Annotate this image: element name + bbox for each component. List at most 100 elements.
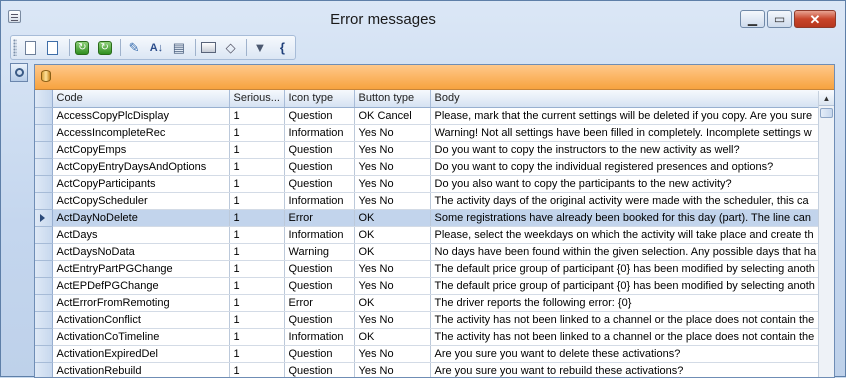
- cell-serious[interactable]: 1: [229, 226, 285, 244]
- cell-code[interactable]: ActivationConflict: [52, 311, 230, 329]
- cell-body[interactable]: Do you want to copy the instructors to t…: [430, 141, 834, 159]
- cell-code[interactable]: ActCopyScheduler: [52, 192, 230, 210]
- column-header-serious[interactable]: Serious...: [229, 90, 285, 108]
- cell-button-type[interactable]: OK: [354, 294, 431, 312]
- cell-body[interactable]: Some registrations have already been boo…: [430, 209, 834, 227]
- cell-code[interactable]: ActErrorFromRemoting: [52, 294, 230, 312]
- cell-icon-type[interactable]: Information: [284, 192, 355, 210]
- cell-button-type[interactable]: OK: [354, 209, 431, 227]
- column-header-code[interactable]: Code: [52, 90, 230, 108]
- table-row[interactable]: ActEntryPartPGChange 1 Question Yes No The d…: [35, 260, 834, 278]
- cell-body[interactable]: The driver reports the following error: …: [430, 294, 834, 312]
- group-panel[interactable]: [35, 65, 834, 90]
- cell-icon-type[interactable]: Error: [284, 209, 355, 227]
- refresh-button[interactable]: ↻: [73, 38, 92, 58]
- row-header[interactable]: [35, 345, 53, 363]
- cell-code[interactable]: ActCopyEmps: [52, 141, 230, 159]
- cell-serious[interactable]: 1: [229, 328, 285, 346]
- scrollbar-thumb[interactable]: [820, 108, 833, 118]
- cell-code[interactable]: ActDayNoDelete: [52, 209, 230, 227]
- cell-icon-type[interactable]: Question: [284, 158, 355, 176]
- cell-body[interactable]: Are you sure you want to rebuild these a…: [430, 362, 834, 377]
- cell-code[interactable]: ActDaysNoData: [52, 243, 230, 261]
- cell-code[interactable]: ActivationExpiredDel: [52, 345, 230, 363]
- cell-serious[interactable]: 1: [229, 107, 285, 125]
- cell-icon-type[interactable]: Question: [284, 175, 355, 193]
- cell-body[interactable]: Warning! Not all settings have been fill…: [430, 124, 834, 142]
- cell-icon-type[interactable]: Question: [284, 107, 355, 125]
- cell-button-type[interactable]: Yes No: [354, 175, 431, 193]
- cell-button-type[interactable]: OK: [354, 328, 431, 346]
- row-header[interactable]: [35, 294, 53, 312]
- cell-serious[interactable]: 1: [229, 243, 285, 261]
- cell-icon-type[interactable]: Question: [284, 345, 355, 363]
- cell-button-type[interactable]: OK: [354, 226, 431, 244]
- table-row[interactable]: AccessCopyPlcDisplay 1 Question OK Cancel Pl…: [35, 107, 834, 125]
- table-row[interactable]: ActivationConflict 1 Question Yes No The act…: [35, 311, 834, 329]
- cell-icon-type[interactable]: Information: [284, 328, 355, 346]
- maximize-button[interactable]: ▭: [767, 10, 792, 28]
- search-panel-button[interactable]: [10, 63, 28, 82]
- cell-body[interactable]: Do you also want to copy the participant…: [430, 175, 834, 193]
- row-header[interactable]: [35, 124, 53, 142]
- cell-button-type[interactable]: Yes No: [354, 345, 431, 363]
- cell-serious[interactable]: 1: [229, 209, 285, 227]
- row-header[interactable]: [35, 328, 53, 346]
- table-row[interactable]: ActDaysNoData 1 Warning OK No days have been…: [35, 243, 834, 261]
- vertical-scrollbar[interactable]: ▲: [818, 91, 834, 377]
- filter-button[interactable]: ▼: [250, 38, 269, 58]
- row-header[interactable]: [35, 209, 53, 227]
- cell-icon-type[interactable]: Warning: [284, 243, 355, 261]
- cell-body[interactable]: Are you sure you want to delete these ac…: [430, 345, 834, 363]
- comment-button[interactable]: ▤: [169, 38, 188, 58]
- cell-icon-type[interactable]: Question: [284, 141, 355, 159]
- table-row[interactable]: ActivationCoTimeline 1 Information OK The ac…: [35, 328, 834, 346]
- eraser-button[interactable]: ◇: [221, 38, 240, 58]
- row-header[interactable]: [35, 107, 53, 125]
- cell-body[interactable]: The activity has not been linked to a ch…: [430, 311, 834, 329]
- cell-serious[interactable]: 1: [229, 362, 285, 377]
- cell-serious[interactable]: 1: [229, 141, 285, 159]
- table-row[interactable]: ActivationExpiredDel 1 Question Yes No Are y…: [35, 345, 834, 363]
- cell-serious[interactable]: 1: [229, 311, 285, 329]
- cell-icon-type[interactable]: Information: [284, 124, 355, 142]
- row-header[interactable]: [35, 175, 53, 193]
- cell-code[interactable]: ActDays: [52, 226, 230, 244]
- table-row[interactable]: ActivationRebuild 1 Question Yes No Are you …: [35, 362, 834, 377]
- cell-body[interactable]: Do you want to copy the individual regis…: [430, 158, 834, 176]
- cell-code[interactable]: ActCopyParticipants: [52, 175, 230, 193]
- brace-button[interactable]: {: [273, 38, 292, 58]
- row-header[interactable]: [35, 226, 53, 244]
- cell-body[interactable]: The activity days of the original activi…: [430, 192, 834, 210]
- refresh-all-button[interactable]: ↻: [95, 38, 114, 58]
- cell-serious[interactable]: 1: [229, 124, 285, 142]
- cell-code[interactable]: ActivationCoTimeline: [52, 328, 230, 346]
- row-header[interactable]: [35, 192, 53, 210]
- table-row[interactable]: ActCopyEntryDaysAndOptions 1 Question Yes N…: [35, 158, 834, 176]
- row-header[interactable]: [35, 141, 53, 159]
- row-header[interactable]: [35, 158, 53, 176]
- cell-button-type[interactable]: Yes No: [354, 260, 431, 278]
- new-document-button[interactable]: [21, 38, 40, 58]
- cell-serious[interactable]: 1: [229, 277, 285, 295]
- column-header-icon-type[interactable]: Icon type: [284, 90, 355, 108]
- close-button[interactable]: ✕: [794, 10, 836, 28]
- row-header[interactable]: [35, 243, 53, 261]
- cell-icon-type[interactable]: Question: [284, 362, 355, 377]
- cell-code[interactable]: ActivationRebuild: [52, 362, 230, 377]
- cell-button-type[interactable]: Yes No: [354, 124, 431, 142]
- table-row[interactable]: ActDayNoDelete 1 Error OK Some registrations…: [35, 209, 834, 227]
- cell-code[interactable]: AccessIncompleteRec: [52, 124, 230, 142]
- table-row[interactable]: AccessIncompleteRec 1 Information Yes No War…: [35, 124, 834, 142]
- properties-button[interactable]: ✎: [124, 38, 143, 58]
- cell-button-type[interactable]: Yes No: [354, 362, 431, 377]
- cell-serious[interactable]: 1: [229, 175, 285, 193]
- cell-button-type[interactable]: OK: [354, 243, 431, 261]
- edit-document-button[interactable]: [43, 38, 62, 58]
- cell-serious[interactable]: 1: [229, 192, 285, 210]
- cell-body[interactable]: The default price group of participant {…: [430, 277, 834, 295]
- cell-icon-type[interactable]: Question: [284, 311, 355, 329]
- cell-icon-type[interactable]: Question: [284, 277, 355, 295]
- cell-button-type[interactable]: Yes No: [354, 311, 431, 329]
- cell-icon-type[interactable]: Question: [284, 260, 355, 278]
